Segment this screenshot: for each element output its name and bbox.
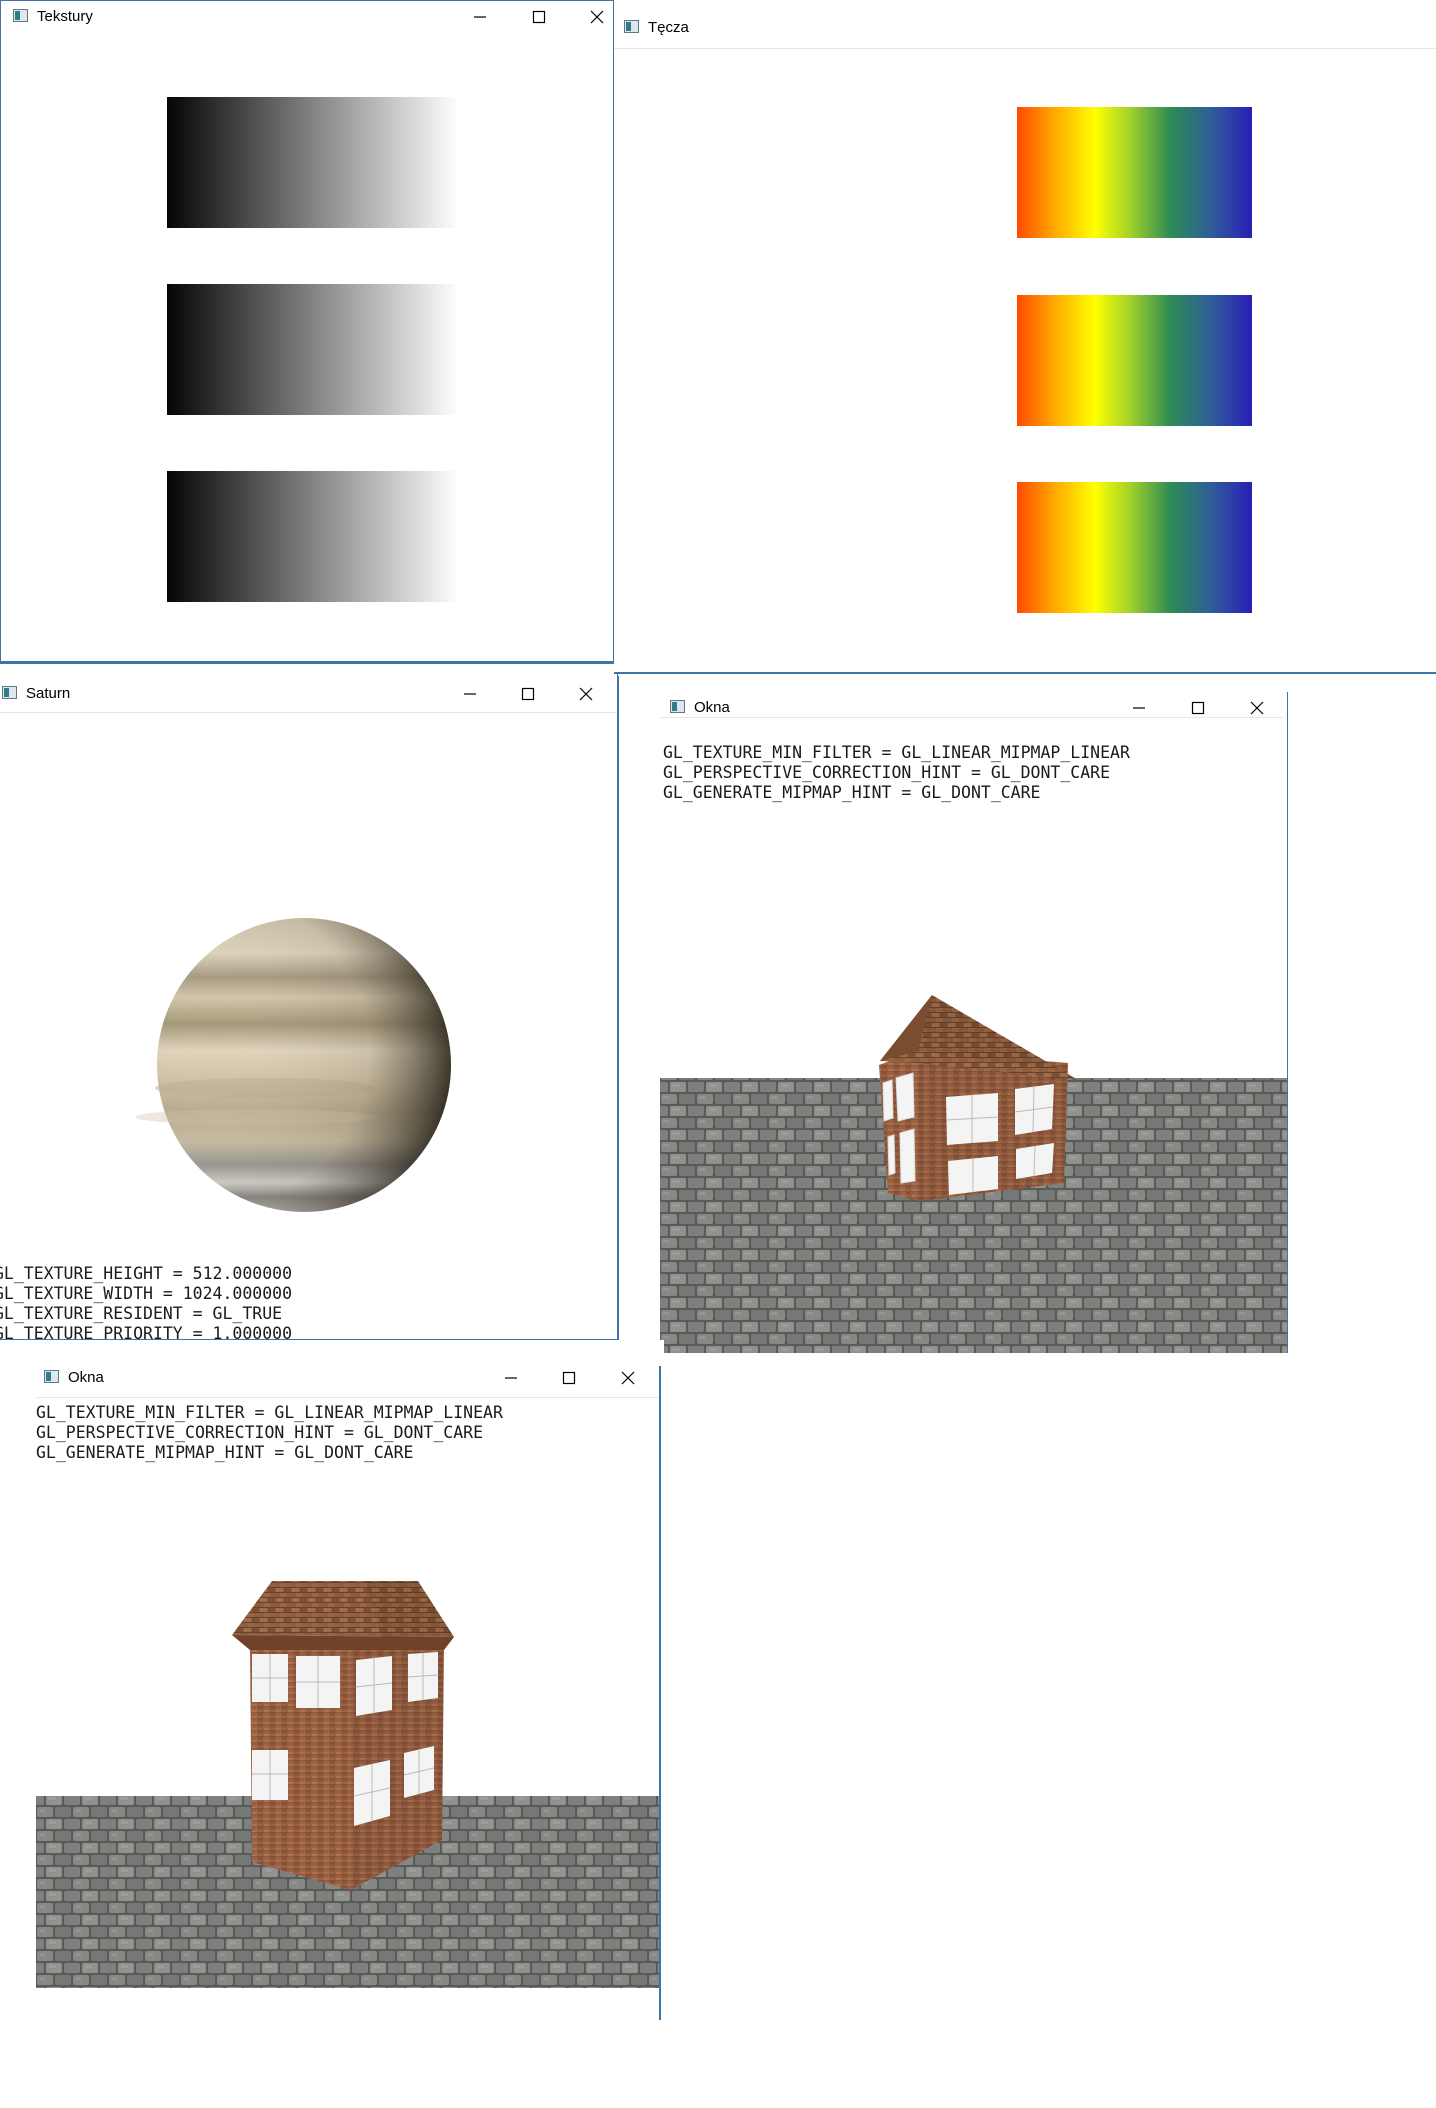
minimize-icon[interactable] <box>469 6 491 28</box>
gl-canvas[interactable]: GL_TEXTURE_MIN_FILTER = GL_LINEAR_MIPMAP… <box>36 1398 659 2020</box>
window-title: Saturn <box>26 685 71 702</box>
gl-canvas[interactable] <box>1 41 613 661</box>
app-icon <box>624 20 639 33</box>
window-title: Tęcza <box>648 19 689 36</box>
window-border <box>659 1366 661 2020</box>
texture-info-text: GL_TEXTURE_HEIGHT = 512.000000 GL_TEXTUR… <box>0 1264 293 1340</box>
rainbow-texture-quad <box>1017 295 1252 426</box>
rainbow-texture-quad <box>1017 482 1252 613</box>
texture-resident-line: GL_TEXTURE_RESIDENT = GL_TRUE <box>0 1304 283 1323</box>
minimize-icon[interactable] <box>459 683 481 705</box>
textured-house-scene <box>660 995 1287 1353</box>
window-okna-right[interactable]: Okna GL_TEXTURE_MIN_FILTER = GL_LINEAR_M… <box>618 676 1288 1353</box>
maximize-icon[interactable] <box>528 6 550 28</box>
titlebar[interactable]: Okna <box>36 1340 659 1398</box>
app-icon <box>2 686 17 699</box>
window-tecza[interactable]: Tęcza <box>614 0 1436 674</box>
textured-house-scene <box>36 1581 659 1988</box>
titlebar[interactable]: Tęcza <box>614 0 1436 49</box>
window-title: Tekstury <box>37 8 93 25</box>
maximize-icon[interactable] <box>558 1367 580 1389</box>
minimize-icon[interactable] <box>1128 697 1150 719</box>
gl-canvas[interactable]: GL_TEXTURE_HEIGHT = 512.000000 GL_TEXTUR… <box>0 713 617 1339</box>
window-border <box>1287 692 1288 1353</box>
window-tekstury[interactable]: Tekstury <box>0 0 614 664</box>
close-icon[interactable] <box>1246 697 1268 719</box>
app-icon <box>670 700 685 713</box>
close-icon[interactable] <box>586 6 608 28</box>
titlebar[interactable]: Saturn <box>0 674 617 713</box>
grayscale-texture-quad <box>167 471 459 602</box>
window-title: Okna <box>694 699 730 716</box>
close-icon[interactable] <box>575 683 597 705</box>
titlebar[interactable]: Okna <box>660 676 1283 718</box>
grayscale-texture-quad <box>167 284 459 415</box>
texture-height-line: GL_TEXTURE_HEIGHT = 512.000000 <box>0 1264 293 1283</box>
window-title: Okna <box>68 1369 104 1386</box>
texture-width-line: GL_TEXTURE_WIDTH = 1024.000000 <box>0 1284 293 1303</box>
grayscale-texture-quad <box>167 97 459 228</box>
texture-priority-line: GL_TEXTURE_PRIORITY = 1.000000 <box>0 1324 293 1340</box>
titlebar[interactable]: Tekstury <box>1 1 613 41</box>
gl-canvas[interactable] <box>614 49 1436 672</box>
rainbow-texture-quad <box>1017 107 1252 238</box>
window-okna-bottom[interactable]: Okna GL_TEXTURE_MIN_FILTER = GL_LINEAR_M… <box>0 1340 664 2020</box>
close-icon[interactable] <box>617 1367 639 1389</box>
minimize-icon[interactable] <box>500 1367 522 1389</box>
app-icon <box>13 9 28 22</box>
maximize-icon[interactable] <box>1187 697 1209 719</box>
maximize-icon[interactable] <box>517 683 539 705</box>
app-icon <box>44 1370 59 1383</box>
gl-canvas[interactable]: GL_TEXTURE_MIN_FILTER = GL_LINEAR_MIPMAP… <box>660 733 1287 1353</box>
saturn-sphere <box>135 918 451 1212</box>
window-saturn[interactable]: Saturn GL_TEXTURE_HEIGHT = 512.000000 GL… <box>0 674 618 1340</box>
